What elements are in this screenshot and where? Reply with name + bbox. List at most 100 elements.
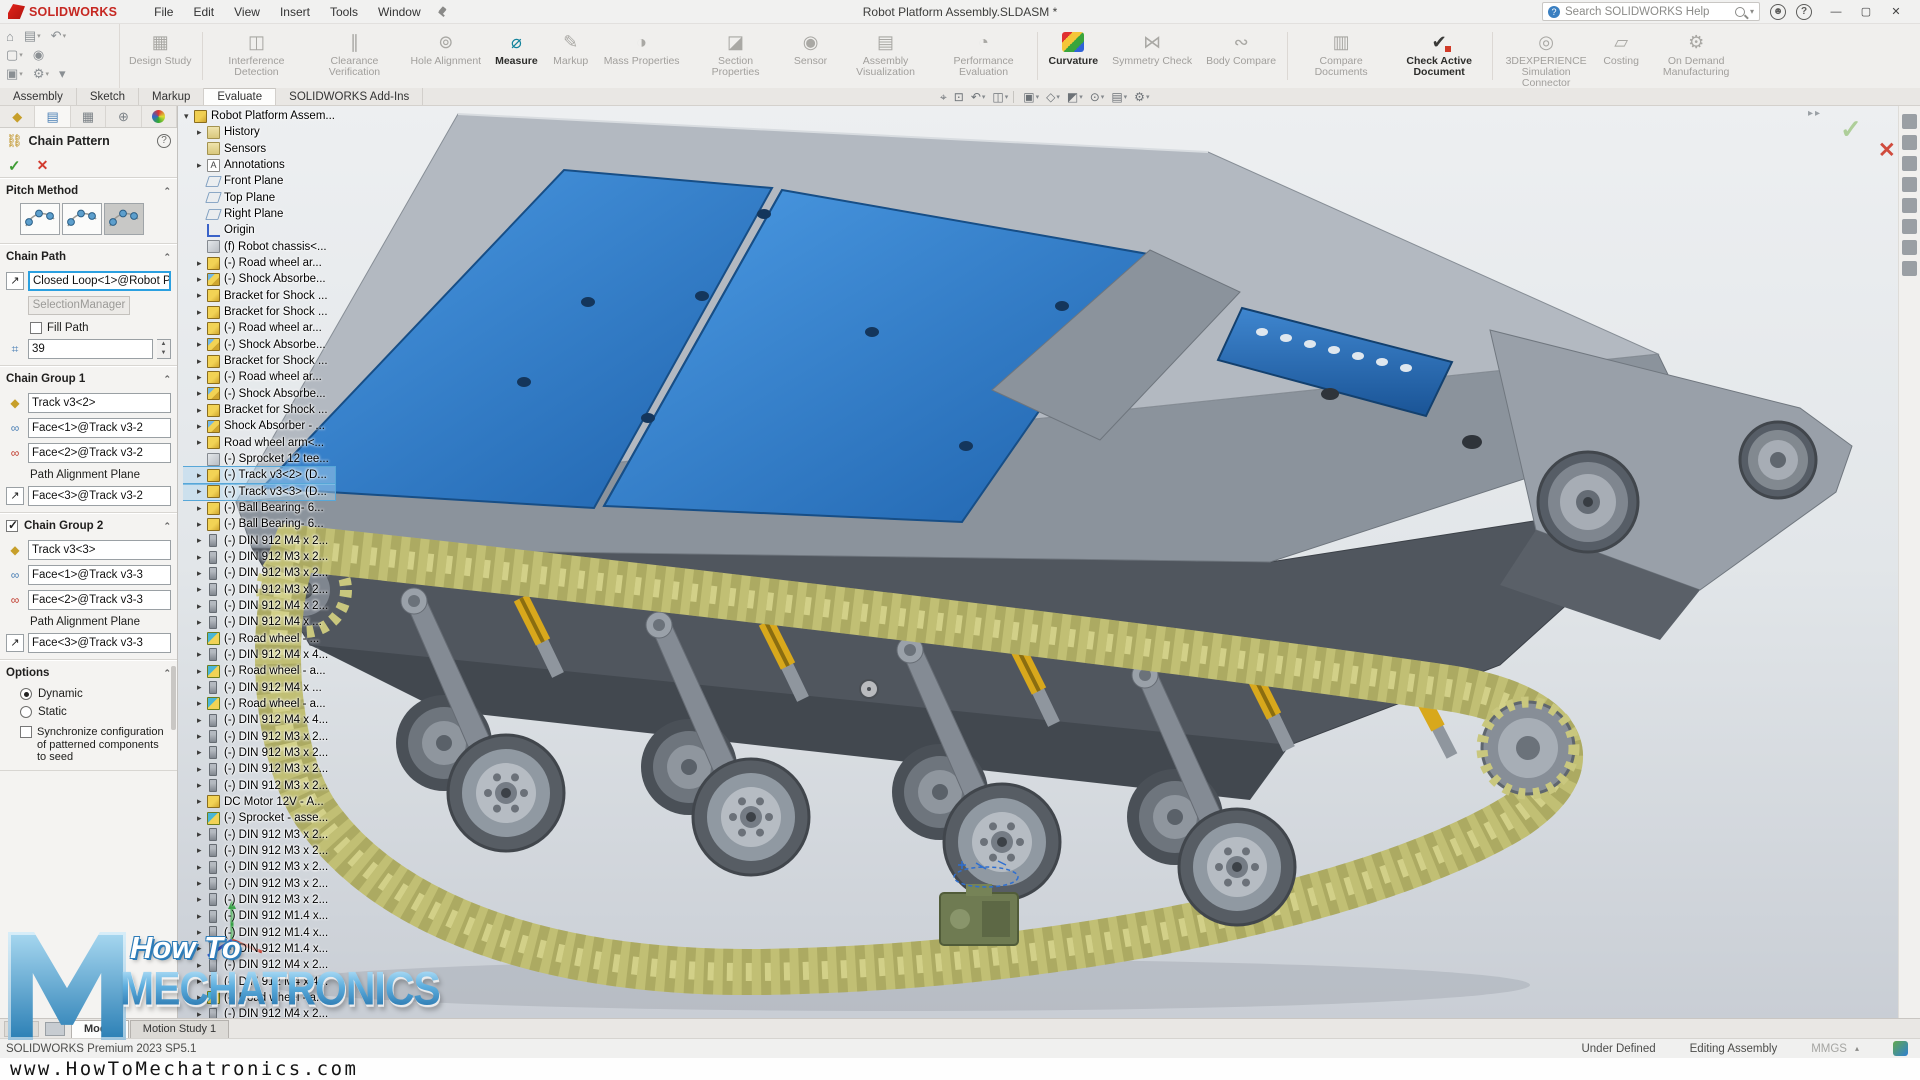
headsup-button[interactable]: ⚙▾ [1132,90,1151,104]
quick-access-button[interactable]: ▣▾ [4,65,25,83]
tree-item[interactable]: (-) DIN 912 M3 x 2... [183,777,343,793]
expand-arrow-icon[interactable] [196,584,207,595]
tree-item[interactable]: (-) Track v3<3> (D... [183,484,335,500]
expand-arrow-icon[interactable] [196,470,207,481]
headsup-button[interactable]: ↶▾ [969,90,988,104]
expand-arrow-icon[interactable] [196,862,207,873]
menu-item[interactable]: View [225,2,269,22]
expand-arrow-icon[interactable] [196,878,207,889]
chain-group-2-checkbox[interactable] [6,520,18,532]
headsup-button[interactable]: ◩▾ [1065,90,1085,104]
tree-item[interactable]: (-) Ball Bearing- 6... [183,516,343,532]
expand-arrow-icon[interactable] [196,845,207,856]
collapse-caret-icon[interactable]: ⌃ [163,374,171,385]
tree-item[interactable]: (-) DIN 912 M3 x 2... [183,843,343,859]
expand-arrow-icon[interactable] [196,503,207,514]
expand-arrow-icon[interactable] [196,437,207,448]
pin-menu-icon[interactable] [436,6,448,18]
help-search-box[interactable]: ? Search SOLIDWORKS Help ▾ [1542,2,1760,21]
group1-face3-field[interactable]: Face<3>@Track v3-2 [28,486,171,506]
tree-item[interactable]: (-) DIN 912 M4 x 4... [183,712,343,728]
confirm-cancel-icon[interactable]: ✕ [1878,138,1896,163]
expand-arrow-icon[interactable] [196,568,207,579]
task-pane-tab[interactable] [1902,156,1917,171]
expand-arrow-icon[interactable] [196,927,207,938]
graphics-viewport[interactable]: ▸▸ ✓ ✕ [178,106,1898,1018]
tree-item[interactable]: (-) DIN 912 M3 x 2... [183,875,343,891]
expand-arrow-icon[interactable] [196,960,207,971]
tree-item[interactable]: (-) DIN 912 M4 x 4... [183,647,343,663]
group1-component-field[interactable]: Track v3<2> [28,393,171,413]
manager-pane-tab[interactable] [142,106,177,127]
tree-item[interactable]: (-) DIN 912 M3 x 2... [183,745,343,761]
menu-item[interactable]: Insert [271,2,319,22]
ribbon-button[interactable]: ⊚Hole Alignment [403,26,488,86]
document-tab[interactable]: Assembly [0,88,77,105]
tree-item[interactable]: (-) DIN 912 M3 x 2... [183,565,343,581]
tree-item[interactable]: (-) Shock Absorbe... [183,337,343,353]
ribbon-button[interactable]: Curvature [1042,26,1106,86]
expand-arrow-icon[interactable] [196,486,207,497]
tree-item[interactable]: (-) Road wheel - a... [183,696,343,712]
tree-item[interactable]: Right Plane [183,206,343,222]
plane-selection-icon[interactable]: ↗ [6,634,24,652]
tree-item[interactable]: Front Plane [183,173,343,189]
task-pane-tab[interactable] [1902,135,1917,150]
document-tab[interactable]: Sketch [77,88,139,105]
pitch-method-option[interactable] [104,203,144,235]
window-button[interactable]: ✕ [1882,2,1910,22]
search-icon[interactable] [1735,7,1745,17]
ribbon-button[interactable]: ▦Design Study [122,26,198,86]
document-tab[interactable]: SOLIDWORKS Add-Ins [276,88,423,105]
selection-manager-button[interactable]: SelectionManager [28,296,130,315]
quick-access-button[interactable]: ▢▾ [4,46,25,64]
manager-pane-tab[interactable]: ⊕ [106,106,141,127]
tree-item[interactable]: Annotations [183,157,343,173]
tree-item[interactable]: (-) Sprocket 12 tee... [183,451,343,467]
ribbon-button[interactable]: ⋈Symmetry Check [1105,26,1199,86]
path-selection-icon[interactable]: ↗ [6,272,24,290]
expand-arrow-icon[interactable] [196,796,207,807]
tree-item[interactable]: (-) DIN 912 M4 x ... [183,679,343,695]
tree-item[interactable]: (-) DIN 912 M1.4 x... [183,941,343,957]
collapse-caret-icon[interactable]: ⌃ [163,668,171,679]
headsup-button[interactable]: ⌖▾ [938,90,949,105]
tree-item[interactable]: Top Plane [183,190,343,206]
ribbon-button[interactable]: ✔Check Active Document [1390,26,1488,86]
panel-scrollbar[interactable] [171,666,176,730]
expand-arrow-icon[interactable] [196,976,207,987]
expand-arrow-icon[interactable] [196,1009,207,1018]
document-tab[interactable]: Evaluate [204,88,276,105]
expand-arrow-icon[interactable] [196,633,207,644]
task-pane-tab[interactable] [1902,219,1917,234]
expand-arrow-icon[interactable] [183,111,194,122]
tab-scroll-prev-icon[interactable]: ‹ [22,1021,39,1037]
search-scope-caret-icon[interactable]: ▾ [1750,7,1754,16]
headsup-button[interactable]: ◫▾ [990,90,1010,104]
group2-face2-field[interactable]: Face<2>@Track v3-3 [28,590,171,610]
ribbon-button[interactable]: ▤Assembly Visualization [837,26,935,86]
headsup-button[interactable]: ▣▾ [1021,90,1041,104]
expand-arrow-icon[interactable] [196,307,207,318]
ribbon-button[interactable]: ∥Clearance Verification [305,26,403,86]
expand-arrow-icon[interactable] [196,323,207,334]
expand-arrow-icon[interactable] [196,698,207,709]
document-tab[interactable]: Markup [139,88,204,105]
menu-item[interactable]: Edit [184,2,223,22]
pitch-method-option[interactable] [62,203,102,235]
quick-access-button[interactable]: ⚙▾ [31,65,51,83]
quick-access-button[interactable]: ↶▾ [49,27,68,45]
expand-arrow-icon[interactable] [196,274,207,285]
manager-pane-tab[interactable]: ▤ [35,106,70,127]
ribbon-button[interactable]: ▱Costing [1595,26,1647,86]
collapse-caret-icon[interactable]: ⌃ [163,521,171,532]
headsup-button[interactable]: ▤▾ [1109,90,1129,104]
expand-arrow-icon[interactable] [196,911,207,922]
expand-arrow-icon[interactable] [196,682,207,693]
tree-item[interactable]: (-) DIN 912 M4 x 4... [183,973,343,989]
fill-path-checkbox[interactable] [30,322,42,334]
expand-arrow-icon[interactable] [196,127,207,138]
expand-arrow-icon[interactable] [196,780,207,791]
tree-item[interactable]: Robot Platform Assem... [183,108,343,124]
manager-pane-tab[interactable]: ▦ [71,106,106,127]
